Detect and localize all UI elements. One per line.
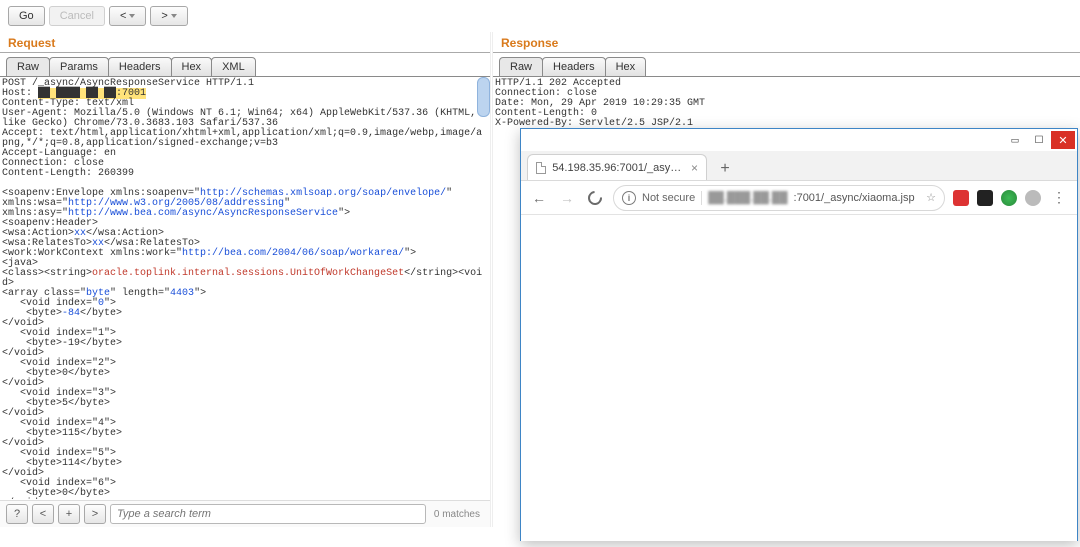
browser-viewport — [521, 215, 1077, 541]
response-raw-viewer[interactable]: HTTP/1.1 202 Accepted Connection: close … — [493, 77, 1080, 131]
response-title: Response — [493, 32, 1080, 53]
window-maximize-button[interactable] — [1027, 131, 1051, 149]
browser-tab-title: 54.198.35.96:7001/_async/xiaom — [552, 162, 685, 174]
help-button[interactable]: ? — [6, 504, 28, 524]
scrollbar-handle[interactable] — [477, 77, 490, 117]
browser-tab[interactable]: 54.198.35.96:7001/_async/xiaom × — [527, 154, 707, 180]
nav-reload-button[interactable] — [585, 188, 605, 208]
tab-raw[interactable]: Raw — [6, 57, 50, 76]
tab-raw[interactable]: Raw — [499, 57, 543, 76]
address-path: :7001/_async/xiaoma.jsp — [794, 192, 915, 204]
page-icon — [536, 162, 546, 174]
tab-close-icon[interactable]: × — [691, 161, 698, 175]
reload-icon — [585, 188, 605, 208]
tab-xml[interactable]: XML — [211, 57, 256, 76]
forward-button[interactable]: > — [150, 6, 187, 26]
search-matches: 0 matches — [430, 509, 484, 520]
profile-avatar[interactable] — [1025, 190, 1041, 206]
chrome-menu-button[interactable]: ⋮ — [1049, 188, 1069, 208]
tab-params[interactable]: Params — [49, 57, 109, 76]
bookmark-star-icon[interactable]: ☆ — [926, 191, 936, 204]
tab-hex[interactable]: Hex — [171, 57, 213, 76]
cancel-button: Cancel — [49, 6, 105, 26]
not-secure-label: Not secure — [642, 192, 695, 204]
site-info-icon[interactable]: i — [622, 191, 636, 205]
chrome-window: 54.198.35.96:7001/_async/xiaom × + ← → i… — [520, 128, 1078, 541]
tab-headers[interactable]: Headers — [542, 57, 606, 76]
search-add-button[interactable]: + — [58, 504, 80, 524]
nav-back-button[interactable]: ← — [529, 188, 549, 208]
window-close-button[interactable] — [1051, 131, 1075, 149]
search-input[interactable] — [110, 504, 426, 524]
window-minimize-button[interactable] — [1003, 131, 1027, 149]
go-button[interactable]: Go — [8, 6, 45, 26]
address-host-masked: ██.███.██.██ — [708, 192, 787, 204]
request-title: Request — [0, 32, 490, 53]
tab-headers[interactable]: Headers — [108, 57, 172, 76]
tab-hex[interactable]: Hex — [605, 57, 647, 76]
back-button[interactable]: < — [109, 6, 146, 26]
chevron-down-icon — [171, 14, 177, 18]
extension-icon[interactable] — [1001, 190, 1017, 206]
address-bar[interactable]: i Not secure ██.███.██.██ :7001/_async/xi… — [613, 185, 945, 211]
chevron-down-icon — [129, 14, 135, 18]
nav-forward-button: → — [557, 188, 577, 208]
extension-icon[interactable] — [953, 190, 969, 206]
request-raw-editor[interactable]: POST /_async/AsyncResponseService HTTP/1… — [0, 77, 490, 499]
search-next-button[interactable]: > — [84, 504, 106, 524]
search-prev-button[interactable]: < — [32, 504, 54, 524]
new-tab-button[interactable]: + — [713, 158, 737, 180]
extension-icon[interactable] — [977, 190, 993, 206]
